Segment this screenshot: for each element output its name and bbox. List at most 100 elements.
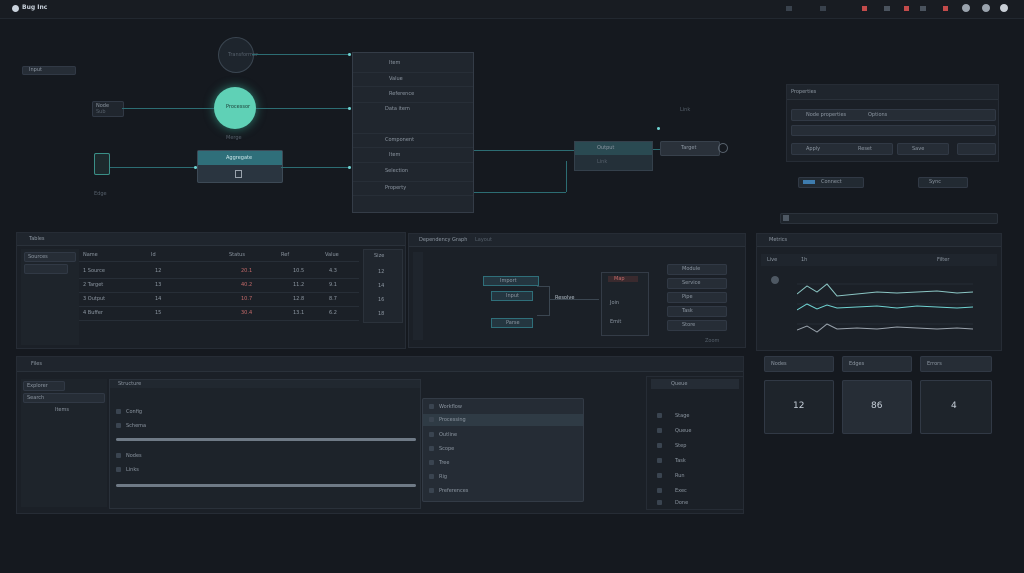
- stat-card[interactable]: Edges 86: [842, 356, 912, 434]
- tool-icon[interactable]: [884, 6, 890, 11]
- context-dropdown[interactable]: Workflow Processing Outline Scope Tree R…: [422, 398, 584, 502]
- graph-cluster[interactable]: Map Join Emit: [601, 272, 649, 336]
- legend-item[interactable]: Module: [682, 266, 700, 272]
- device-icon[interactable]: [94, 153, 110, 175]
- table-row[interactable]: 2 Target 13 40.2 11.2 9.1: [79, 278, 359, 293]
- graph-node[interactable]: Parse: [491, 318, 533, 328]
- item-icon: [429, 474, 434, 479]
- table-sidebar-item[interactable]: [24, 264, 68, 274]
- tree-row[interactable]: Config: [114, 408, 416, 416]
- port-dot[interactable]: [348, 53, 351, 56]
- properties-bar[interactable]: [791, 125, 996, 136]
- graph-tab-layout[interactable]: Layout: [475, 237, 492, 243]
- legend-item[interactable]: Pipe: [682, 294, 693, 300]
- column-header[interactable]: Status: [229, 252, 245, 258]
- export-button[interactable]: [957, 143, 996, 155]
- help-icon[interactable]: [982, 4, 990, 12]
- dropdown-item[interactable]: Workflow: [423, 401, 583, 413]
- files-side-item[interactable]: Search: [27, 395, 44, 401]
- queue-row[interactable]: Done: [653, 498, 739, 507]
- column-header[interactable]: Id: [151, 252, 156, 258]
- slider-handle[interactable]: [783, 215, 789, 221]
- reset-button-label[interactable]: Reset: [858, 146, 872, 152]
- list-node-item[interactable]: Item: [389, 152, 400, 158]
- column-header[interactable]: Name: [83, 252, 98, 258]
- output-node[interactable]: Output Link: [574, 141, 653, 171]
- mini-node[interactable]: Node Sub: [92, 101, 124, 117]
- target-node[interactable]: Target: [660, 141, 720, 156]
- list-node-item[interactable]: Property: [385, 185, 406, 191]
- properties-field-2-label: Options: [868, 112, 888, 118]
- list-node-item[interactable]: Data item: [385, 106, 410, 112]
- edge-line: [256, 108, 350, 109]
- list-node-item[interactable]: Component: [385, 137, 414, 143]
- port-dot[interactable]: [194, 166, 197, 169]
- properties-field-1[interactable]: Node properties Options: [791, 109, 996, 121]
- notification-icon[interactable]: [943, 6, 948, 11]
- dropdown-item[interactable]: Outline: [423, 429, 583, 441]
- slider-track[interactable]: [780, 213, 998, 224]
- tree-row[interactable]: Links: [114, 466, 416, 474]
- legend-item[interactable]: Store: [682, 322, 695, 328]
- legend-item[interactable]: Service: [682, 280, 700, 286]
- files-side-item[interactable]: Items: [55, 407, 69, 413]
- stat-card[interactable]: Errors 4: [920, 356, 992, 434]
- table-cell: 11.2: [293, 282, 305, 288]
- graph-footer[interactable]: Zoom: [705, 338, 719, 344]
- list-node-item[interactable]: Value: [389, 76, 403, 82]
- table-row[interactable]: 1 Source 12 20.1 10.5 4.3: [79, 264, 359, 279]
- alert-icon[interactable]: [904, 6, 909, 11]
- progress-bar: [116, 484, 416, 487]
- list-node-item[interactable]: Reference: [389, 91, 414, 97]
- connect-chip[interactable]: Connect: [798, 177, 864, 188]
- graph-node[interactable]: Input: [491, 291, 533, 301]
- queue-row-label: Run: [675, 473, 685, 479]
- dropdown-item[interactable]: Preferences: [423, 485, 583, 497]
- graph-node[interactable]: Import: [483, 276, 539, 286]
- grid-icon[interactable]: [820, 6, 826, 11]
- save-button[interactable]: Save: [897, 143, 949, 155]
- list-node-item[interactable]: Item: [389, 60, 400, 66]
- queue-row[interactable]: Exec: [653, 486, 739, 495]
- port-dot[interactable]: [657, 127, 660, 130]
- list-node[interactable]: Item Value Reference Data item Component…: [352, 52, 474, 213]
- queue-row[interactable]: Task: [653, 456, 739, 465]
- port-dot[interactable]: [348, 107, 351, 110]
- queue-row[interactable]: Stage: [653, 411, 739, 420]
- table-row[interactable]: 4 Buffer 15 30.4 13.1 6.2: [79, 306, 359, 321]
- port-dot[interactable]: [348, 166, 351, 169]
- stat-card[interactable]: Nodes 12: [764, 356, 834, 434]
- metrics-tab-live[interactable]: Live: [767, 257, 777, 263]
- flag-icon[interactable]: [862, 6, 867, 11]
- search-icon[interactable]: [920, 6, 926, 11]
- table-sidebar-item[interactable]: Sources: [24, 252, 76, 262]
- legend-item[interactable]: Task: [682, 308, 693, 314]
- dropdown-item[interactable]: Scope: [423, 443, 583, 455]
- sync-chip[interactable]: Sync: [918, 177, 968, 188]
- target-port-icon[interactable]: [718, 143, 728, 153]
- queue-row[interactable]: Step: [653, 441, 739, 450]
- queue-row-label: Exec: [675, 488, 687, 494]
- canvas-input-tag[interactable]: Input: [22, 66, 76, 75]
- tree-row[interactable]: Schema: [114, 422, 416, 430]
- avatar[interactable]: [1000, 4, 1008, 12]
- column-header[interactable]: Ref: [281, 252, 289, 258]
- list-node-item[interactable]: Selection: [385, 168, 408, 174]
- tree-row[interactable]: Nodes: [114, 452, 416, 460]
- queue-row[interactable]: Run: [653, 471, 739, 480]
- edge-line: [281, 167, 350, 168]
- menu-icon[interactable]: [786, 6, 792, 11]
- settings-icon[interactable]: [962, 4, 970, 12]
- queue-row[interactable]: Queue: [653, 426, 739, 435]
- apply-button[interactable]: Apply Reset: [791, 143, 893, 155]
- column-header[interactable]: Size: [374, 253, 384, 259]
- dropdown-item[interactable]: Tree: [423, 457, 583, 469]
- column-header[interactable]: Value: [325, 252, 339, 258]
- dropdown-item[interactable]: Rig: [423, 471, 583, 483]
- dropdown-item-selected[interactable]: Processing: [423, 414, 583, 426]
- table-row[interactable]: 3 Output 14 10.7 12.8 8.7: [79, 292, 359, 307]
- metrics-filter[interactable]: Filter: [937, 257, 949, 263]
- hub-node[interactable]: Aggregate: [197, 150, 283, 183]
- metrics-tab-1h[interactable]: 1h: [801, 257, 807, 263]
- files-side-item[interactable]: Explorer: [27, 383, 48, 389]
